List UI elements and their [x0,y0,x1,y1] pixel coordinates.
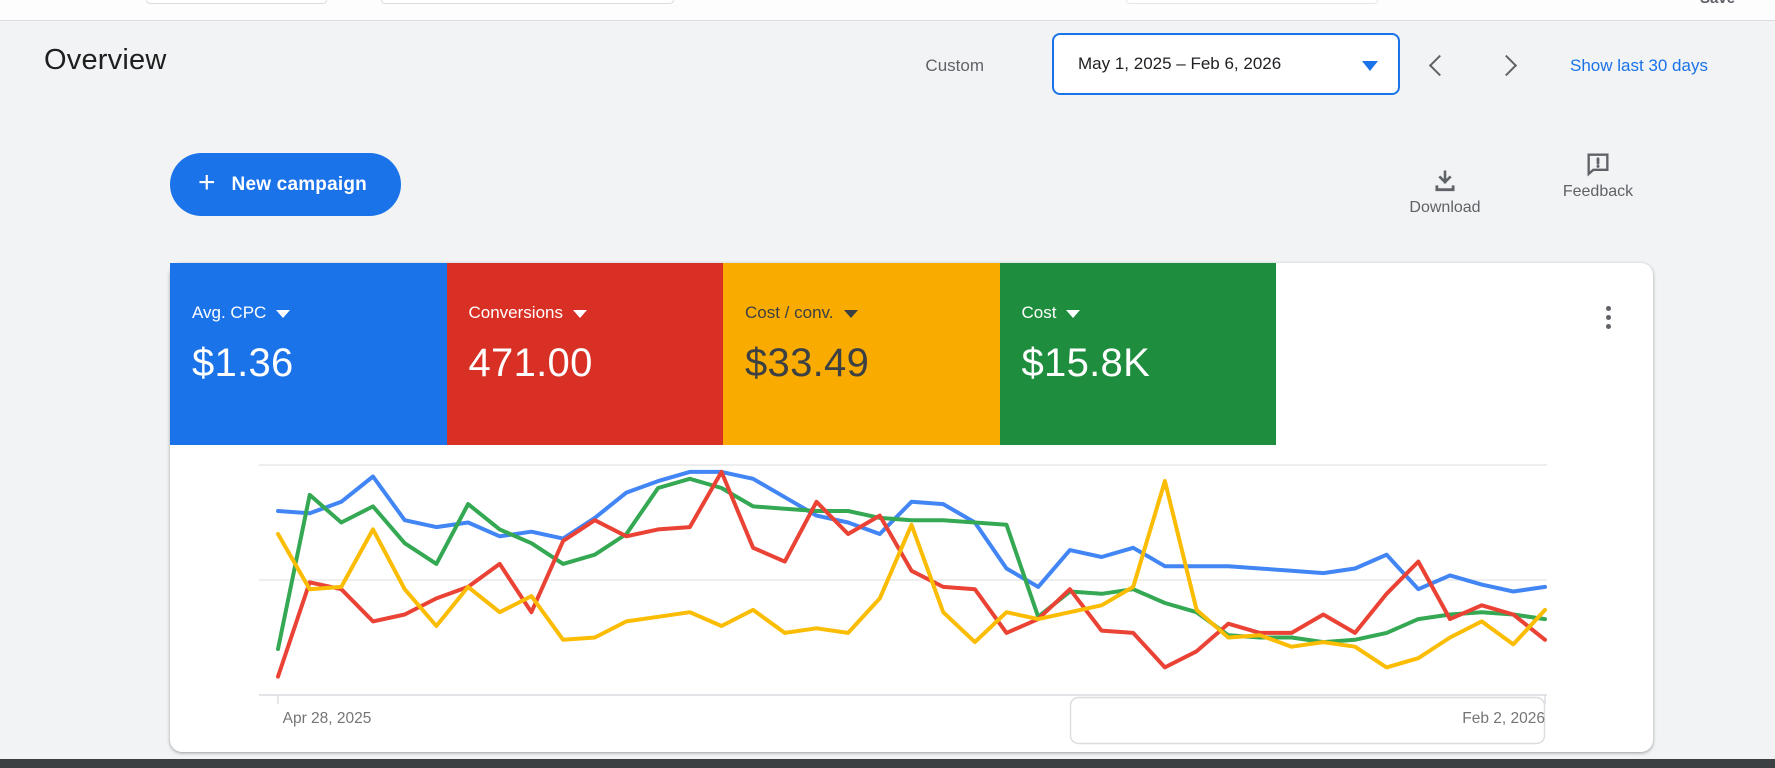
toolbar-control-partial-2[interactable] [381,0,674,4]
scorecard-metric-selector[interactable]: Avg. CPC [192,303,447,323]
scorecard-value: $33.49 [745,341,1000,386]
new-campaign-label: New campaign [232,174,367,196]
chart-line-avg-cpc [278,472,1545,592]
scorecard-value: $15.8K [1022,341,1277,386]
save-button-label: Save [1700,0,1735,7]
chevron-down-icon [1362,61,1378,71]
dropdown-arrow-icon [573,310,587,318]
scorecard-metric-selector[interactable]: Cost [1022,303,1277,323]
scorecard-metric-label: Cost [1022,303,1057,323]
scorecard-metric-selector[interactable]: Conversions [469,303,724,323]
download-label: Download [1390,199,1500,217]
date-range-value: May 1, 2025 – Feb 6, 2026 [1078,54,1281,74]
plus-icon: + [198,168,216,198]
feedback-icon [1583,150,1613,178]
dropdown-arrow-icon [844,310,858,318]
date-range-picker[interactable]: May 1, 2025 – Feb 6, 2026 [1052,33,1400,95]
dropdown-arrow-icon [1066,310,1080,318]
scorecard-cost-per-conv[interactable]: Cost / conv. $33.49 [723,263,1000,445]
download-icon [1432,168,1458,194]
toolbar-control-partial-1[interactable] [146,0,327,4]
scorecard-metric-label: Cost / conv. [745,303,834,323]
scorecard-cost[interactable]: Cost $15.8K [1000,263,1277,445]
top-toolbar-strip: Save [0,0,1775,21]
date-range-type-label: Custom [880,56,984,76]
x-axis-start-label: Apr 28, 2025 [283,710,372,727]
scorecard-value: 471.00 [469,341,724,386]
next-period-button[interactable] [1500,57,1516,73]
bottom-taskbar-edge [0,759,1775,768]
card-overflow-menu-button[interactable] [1594,295,1622,339]
show-last-30-days-link[interactable]: Show last 30 days [1570,56,1708,76]
download-button[interactable]: Download [1390,168,1500,217]
kebab-icon [1606,315,1611,320]
x-axis-end-label: Feb 2, 2026 [1462,710,1545,727]
dropdown-arrow-icon [276,310,290,318]
overview-card: Avg. CPC $1.36 Conversions 471.00 Cost /… [170,263,1653,752]
new-campaign-button[interactable]: + New campaign [170,153,401,216]
scorecard-metric-label: Conversions [469,303,564,323]
scorecard-metric-label: Avg. CPC [192,303,266,323]
scorecard-row: Avg. CPC $1.36 Conversions 471.00 Cost /… [170,263,1276,445]
scorecard-metric-selector[interactable]: Cost / conv. [745,303,1000,323]
scorecard-value: $1.36 [192,341,447,386]
feedback-label: Feedback [1543,183,1653,201]
kebab-icon [1606,324,1611,329]
kebab-icon [1606,306,1611,311]
scorecard-conversions[interactable]: Conversions 471.00 [447,263,724,445]
previous-period-button[interactable] [1428,57,1444,73]
scorecard-avg-cpc[interactable]: Avg. CPC $1.36 [170,263,447,445]
chart-series-group [278,472,1545,677]
performance-line-chart: Apr 28, 2025 Feb 2, 2026 [170,443,1653,752]
save-button[interactable]: Save [1700,0,1764,9]
toolbar-control-partial-3[interactable] [1126,0,1378,4]
page-title: Overview [44,44,166,77]
feedback-button[interactable]: Feedback [1543,150,1653,201]
